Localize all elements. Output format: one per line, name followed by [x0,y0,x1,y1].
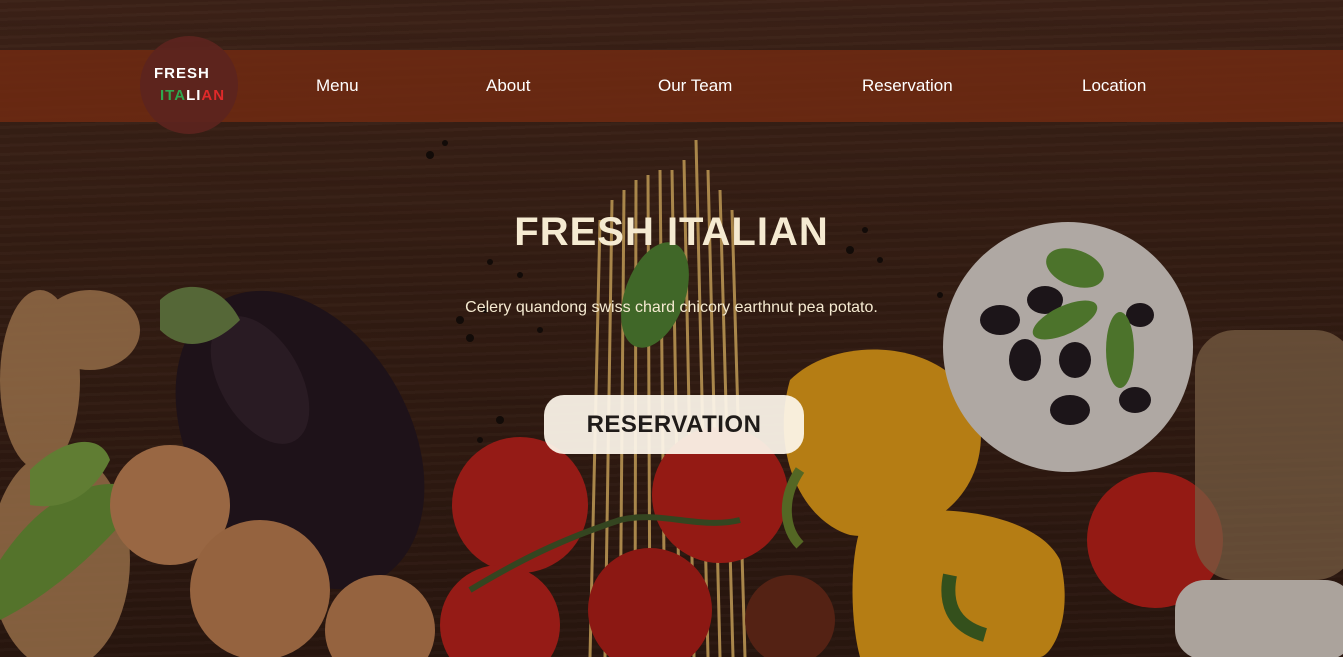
hero-title: FRESH ITALIAN [514,210,829,254]
nav-link-location[interactable]: Location [1082,76,1146,96]
logo-word-fresh: FRESH [154,65,210,82]
reservation-button[interactable]: RESERVATION [544,395,804,454]
site-logo[interactable]: FRESH ITALIAN [140,36,238,134]
nav-link-reservation[interactable]: Reservation [862,76,953,96]
nav-link-about[interactable]: About [486,76,530,96]
nav-link-our-team[interactable]: Our Team [658,76,732,96]
hero-section: FRESH ITALIAN Menu About Our Team Reserv… [0,0,1343,657]
nav-link-menu[interactable]: Menu [316,76,359,96]
logo-word-italian: ITALIAN [160,87,226,104]
hero-subtitle: Celery quandong swiss chard chicory eart… [465,299,878,316]
